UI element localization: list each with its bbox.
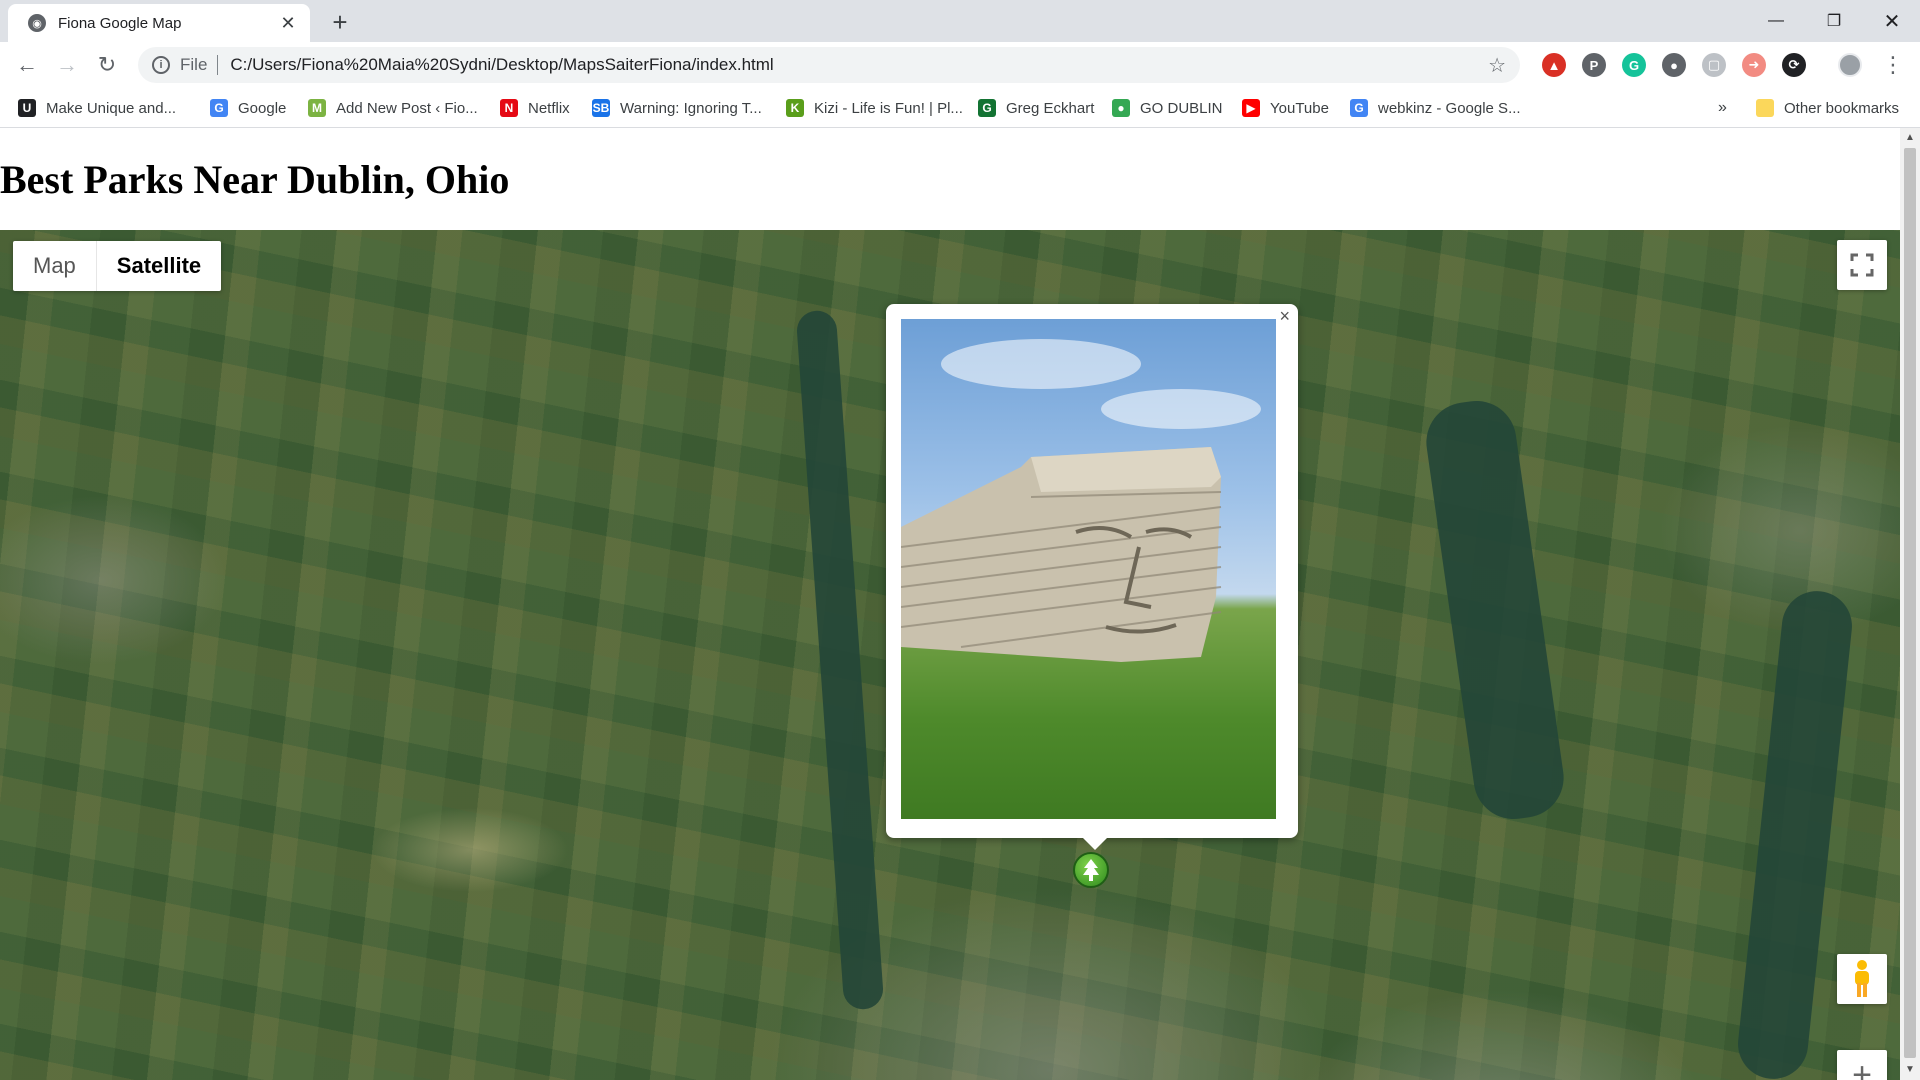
page-extension-icon[interactable]: ▢: [1702, 53, 1726, 77]
minimize-button[interactable]: —: [1748, 0, 1804, 42]
bookmark-label: Warning: Ignoring T...: [620, 99, 762, 117]
info-window-close-icon[interactable]: ×: [1279, 306, 1290, 327]
bookmark-label: GO DUBLIN: [1140, 99, 1223, 117]
scroll-thumb[interactable]: [1904, 148, 1916, 1058]
bookmark-label: Kizi - Life is Fun! | Pl...: [814, 99, 963, 117]
bookmark-item[interactable]: N Netflix: [500, 88, 570, 128]
bookmark-item[interactable]: U Make Unique and...: [18, 88, 176, 128]
folder-icon: [1756, 99, 1774, 117]
bookmark-label: Greg Eckhart: [1006, 99, 1095, 117]
reservoir: [1734, 587, 1856, 1080]
bookmark-label: Netflix: [528, 99, 570, 117]
browser-tab[interactable]: ◉ Fiona Google Map ✕: [8, 4, 310, 42]
google-icon: G: [210, 99, 228, 117]
fullscreen-icon[interactable]: [1837, 240, 1887, 290]
page-scrollbar[interactable]: ▲ ▼: [1900, 128, 1920, 1080]
google-icon: G: [1350, 99, 1368, 117]
bookmark-item[interactable]: K Kizi - Life is Fun! | Pl...: [786, 88, 963, 128]
circle-extension-icon[interactable]: ●: [1662, 53, 1686, 77]
page-content: Best Parks Near Dublin, Ohio Map Satelli…: [0, 128, 1900, 1080]
bookmark-star-icon[interactable]: ☆: [1488, 53, 1506, 78]
satellite-map[interactable]: Map Satellite + ×: [0, 230, 1900, 1080]
kizi-icon: K: [786, 99, 804, 117]
info-window-tail: [1083, 838, 1107, 850]
reload-button[interactable]: ↻: [92, 50, 122, 80]
bookmark-label: Add New Post ‹ Fio...: [336, 99, 478, 117]
other-bookmarks-label: Other bookmarks: [1784, 99, 1900, 117]
reservoir: [1421, 395, 1569, 825]
bookmark-item[interactable]: Gwebkinz - Google S...: [1350, 88, 1521, 128]
back-button[interactable]: ←: [12, 50, 42, 80]
forward-button[interactable]: →: [52, 50, 82, 80]
info-icon[interactable]: i: [152, 56, 170, 74]
refresh-extension-icon[interactable]: ⟳: [1782, 53, 1806, 77]
red-extension-icon[interactable]: ▲: [1542, 53, 1566, 77]
bookmark-item[interactable]: G Greg Eckhart: [978, 88, 1094, 128]
bookmark-item[interactable]: ● GO DUBLIN: [1112, 88, 1223, 128]
river: [795, 309, 885, 1011]
stone-head-sculpture: [901, 447, 1222, 662]
park-tree-icon[interactable]: [1073, 852, 1109, 888]
new-tab-button[interactable]: +: [325, 8, 355, 38]
url-separator: [217, 55, 219, 75]
greg-eckhart-icon: G: [978, 99, 996, 117]
cloud: [941, 339, 1141, 389]
make-unique-icon: U: [18, 99, 36, 117]
close-window-button[interactable]: ✕: [1864, 0, 1920, 42]
map-type-map-button[interactable]: Map: [13, 241, 97, 291]
profile-avatar[interactable]: [1838, 53, 1862, 77]
youtube-icon: ▶: [1242, 99, 1260, 117]
globe-icon: ◉: [28, 14, 46, 32]
other-bookmarks[interactable]: Other bookmarks: [1756, 88, 1899, 128]
restore-button[interactable]: ❐: [1806, 0, 1862, 42]
bookmark-item[interactable]: ▶ YouTube: [1242, 88, 1329, 128]
map-type-satellite-button[interactable]: Satellite: [97, 241, 221, 291]
bookmark-label: Make Unique and...: [46, 99, 177, 117]
zoom-in-button[interactable]: +: [1837, 1050, 1887, 1080]
tab-close-icon[interactable]: ✕: [278, 13, 298, 34]
browser-toolbar: ← → ↻ i File C:/Users/Fiona%20Maia%20Syd…: [0, 42, 1920, 88]
map-type-control: Map Satellite: [13, 241, 222, 291]
url-text[interactable]: C:/Users/Fiona%20Maia%20Sydni/Desktop/Ma…: [230, 55, 1488, 75]
url-scheme: File: [180, 55, 208, 74]
scroll-down-icon[interactable]: ▼: [1904, 1064, 1916, 1076]
info-window: ×: [886, 304, 1298, 850]
bookmark-item[interactable]: G Google: [210, 88, 286, 128]
bookmark-label: Google: [238, 99, 287, 117]
go-dublin-icon: ●: [1112, 99, 1130, 117]
bookmarks-overflow-button[interactable]: »: [1718, 88, 1727, 128]
add-post-icon: M: [308, 99, 326, 117]
bookmark-label: YouTube: [1270, 99, 1329, 117]
bookmark-item[interactable]: M Add New Post ‹ Fio...: [308, 88, 478, 128]
dublin-corn-sculpture-photo: [901, 319, 1276, 819]
scroll-up-icon[interactable]: ▲: [1904, 132, 1916, 144]
menu-icon[interactable]: ⋮: [1878, 50, 1908, 80]
address-bar[interactable]: i File C:/Users/Fiona%20Maia%20Sydni/Des…: [138, 47, 1520, 83]
page-title: Best Parks Near Dublin, Ohio: [0, 157, 510, 202]
pinterest-icon[interactable]: P: [1582, 53, 1606, 77]
sb-icon: SB: [592, 99, 610, 117]
pegman-icon[interactable]: [1837, 954, 1887, 1004]
netflix-icon: N: [500, 99, 518, 117]
tab-title: Fiona Google Map: [58, 14, 182, 32]
bookmark-label: webkinz - Google S...: [1378, 99, 1521, 117]
bookmark-item[interactable]: SB Warning: Ignoring T...: [592, 88, 762, 128]
grammarly-icon[interactable]: G: [1622, 53, 1646, 77]
tab-strip: ◉ Fiona Google Map ✕ + — ❐ ✕: [0, 0, 1920, 42]
bookmarks-bar: U Make Unique and... G Google M Add New Post …: [0, 88, 1920, 128]
arrow-extension-icon[interactable]: ➜: [1742, 53, 1766, 77]
